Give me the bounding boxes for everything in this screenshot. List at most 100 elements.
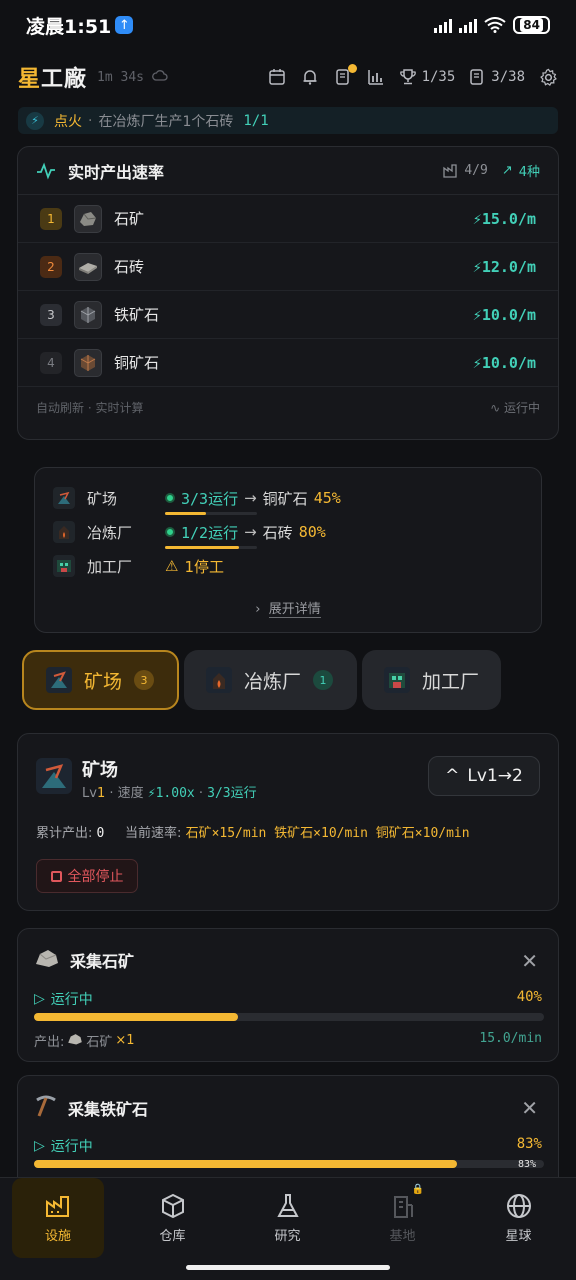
resource-count: 4/9 — [464, 163, 488, 178]
brand-part-2: 工廠 — [41, 67, 88, 92]
tab-label: 冶炼厂 — [244, 670, 302, 693]
factory-building-icon — [53, 555, 75, 577]
summary-label: 冶炼厂 — [87, 523, 133, 542]
resource-rate: ⚡15.0/m — [472, 209, 536, 228]
building-icon — [393, 1195, 413, 1218]
clock: 凌晨1:51 — [26, 15, 112, 38]
brand-part-1: 星 — [18, 67, 42, 92]
progress-bar — [165, 511, 257, 515]
resource-rate: ⚡10.0/m — [472, 305, 536, 324]
stop-all-button[interactable]: 全部停止 — [36, 859, 138, 893]
rank-badge: 1 — [40, 207, 62, 230]
play-icon: ▷ — [34, 1138, 45, 1154]
copper-ore-icon — [74, 348, 102, 377]
summary-row-factory[interactable]: 加工厂 ⚠ 1停工 — [53, 550, 523, 582]
signal-icon — [434, 17, 453, 33]
tab-badge: 1 — [313, 670, 334, 690]
factory-icon — [46, 1195, 69, 1217]
expand-details-button[interactable]: › 展开详情 — [35, 598, 541, 618]
summary-percent: 80% — [298, 523, 326, 541]
task-rate: 15.0/min — [479, 1031, 542, 1046]
rank-badge: 2 — [40, 255, 62, 278]
summary-status: 3/3运行 — [181, 489, 239, 508]
speed-label: 速度 — [117, 786, 144, 801]
warning-icon: ⚠ — [165, 557, 179, 575]
nav-label: 仓库 — [159, 1228, 186, 1244]
trophy-icon — [399, 69, 416, 85]
iron-ore-icon — [74, 300, 102, 329]
output-rate-card: 实时产出速率 4/9 ↗ 4种 1 石矿 ⚡15.0/m 2 石砖 ⚡12.0/… — [17, 146, 559, 440]
quest-count: 3/38 — [491, 69, 525, 85]
total-output: 0 — [96, 826, 105, 841]
rate-value: 12.0/m — [481, 257, 536, 276]
quest-counter[interactable]: 3/38 — [468, 68, 525, 86]
mine-icon — [46, 667, 72, 693]
resource-name: 石砖 — [114, 258, 145, 276]
output-label: 产出: — [34, 1035, 65, 1050]
facility-speed: ⚡1.00x — [147, 786, 195, 801]
close-icon[interactable]: ✕ — [521, 1096, 538, 1120]
rate-card-title: 实时产出速率 — [68, 162, 165, 182]
chevron-right-icon: › — [255, 602, 261, 617]
facility-summary-card: 矿场 3/3运行 → 铜矿石 45% 冶炼厂 1/2运行 → 石砖 80% 加工… — [34, 467, 542, 633]
summary-row-mine[interactable]: 矿场 3/3运行 → 铜矿石 45% — [53, 482, 523, 515]
summary-target: 铜矿石 — [262, 489, 308, 508]
expand-label: 展开详情 — [268, 602, 321, 618]
task-title: 采集石矿 — [70, 952, 135, 971]
running-dot — [165, 493, 175, 503]
status-bar: 凌晨1:51 ↑ 84 — [0, 0, 576, 50]
rate-row: 2 石砖 ⚡12.0/m — [18, 243, 558, 291]
nav-label: 研究 — [274, 1228, 301, 1244]
tab-mine[interactable]: 矿场 3 — [22, 650, 179, 710]
rock-icon — [67, 1032, 83, 1050]
resource-types: 4种 — [518, 165, 540, 180]
task-status: ▷ 运行中 — [34, 1136, 93, 1156]
home-indicator[interactable] — [186, 1265, 390, 1270]
upgrade-button[interactable]: ^ Lv1→2 — [428, 756, 540, 796]
calendar-icon[interactable] — [267, 67, 287, 87]
summary-percent: 45% — [313, 489, 341, 507]
task-percent: 40% — [516, 989, 542, 1005]
upgrade-label: Lv1→2 — [467, 766, 523, 786]
rate-value: 10.0/m — [481, 305, 536, 324]
nav-base[interactable]: 🔒 基地 — [345, 1178, 460, 1258]
tab-factory[interactable]: 加工厂 — [362, 650, 501, 710]
trend-up-icon: ↗ — [501, 163, 513, 178]
quest-name: 点火 — [54, 113, 82, 130]
mine-icon — [53, 487, 75, 509]
trophy-counter[interactable]: 1/35 — [399, 68, 455, 86]
summary-row-smelter[interactable]: 冶炼厂 1/2运行 → 石砖 80% — [53, 516, 523, 549]
facility-detail-card: 矿场 Lv1 · 速度 ⚡1.00x · 3/3运行 ^ Lv1→2 累计产出:… — [17, 733, 559, 911]
refresh-note: 自动刷新 · 实时计算 — [36, 400, 144, 415]
cloud-icon — [152, 69, 168, 85]
tab-label: 矿场 — [84, 670, 123, 693]
task-percent: 83% — [516, 1136, 542, 1152]
summary-status: 1/2运行 — [181, 523, 239, 542]
nav-facilities[interactable]: 设施 — [12, 1178, 104, 1258]
nav-planet[interactable]: 星球 — [461, 1178, 576, 1258]
facility-stats: 累计产出: 0 当前速率: 石矿×15/min 铁矿石×10/min 铜矿石×1… — [36, 822, 470, 841]
activity-pulse-icon — [37, 161, 55, 180]
resource-name: 石矿 — [114, 210, 145, 228]
summary-status: 1停工 — [184, 557, 224, 576]
resource-name: 铁矿石 — [114, 306, 160, 324]
nav-research[interactable]: 研究 — [230, 1178, 345, 1258]
running-dot — [165, 527, 175, 537]
summary-label: 加工厂 — [87, 557, 133, 576]
active-quest-banner[interactable]: ⚡ 点火 · 在冶炼厂生产1个石砖 1/1 — [18, 107, 558, 134]
stats-chart-icon[interactable] — [366, 67, 386, 87]
settings-gear-icon[interactable] — [538, 67, 558, 87]
tab-smelter[interactable]: 冶炼厂 1 — [184, 650, 357, 710]
scroll-icon[interactable] — [333, 64, 357, 87]
bell-icon[interactable] — [300, 67, 320, 87]
nav-warehouse[interactable]: 仓库 — [115, 1178, 230, 1258]
task-progress-bar: 83% — [34, 1159, 544, 1170]
rate-row: 4 铜矿石 ⚡10.0/m — [18, 339, 558, 387]
smelter-icon — [53, 521, 75, 543]
nav-label: 基地 — [389, 1228, 416, 1244]
rate-row: 3 铁矿石 ⚡10.0/m — [18, 291, 558, 339]
close-icon[interactable]: ✕ — [521, 949, 538, 973]
progress-fill — [165, 511, 207, 515]
facility-title: 矿场 — [82, 760, 118, 781]
facility-running: 3/3运行 — [207, 786, 257, 801]
